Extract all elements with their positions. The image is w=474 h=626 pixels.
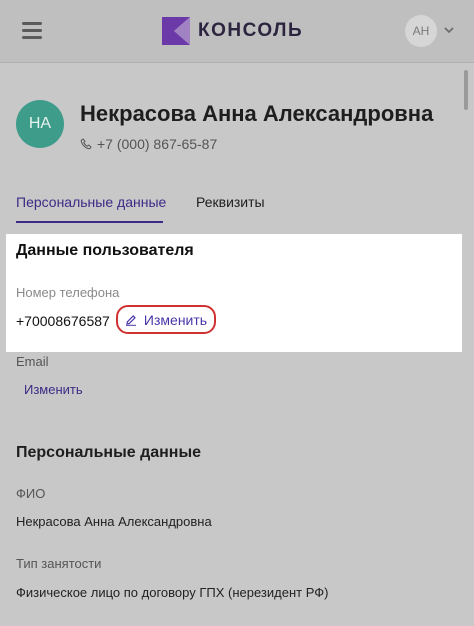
active-tab-indicator: [16, 221, 163, 223]
chevron-down-icon[interactable]: [444, 26, 454, 34]
profile-phone: +7 (000) 867-65-87: [97, 136, 218, 152]
fio-value: Некрасова Анна Александровна: [16, 514, 212, 529]
personal-data-title: Персональные данные: [16, 444, 202, 461]
user-data-title: Данные пользователя: [16, 242, 194, 259]
edit-phone-label: Изменить: [143, 311, 208, 328]
phone-value: +70008676587: [16, 313, 110, 329]
pencil-icon: [125, 314, 136, 326]
tab-requisites[interactable]: Реквизиты: [196, 194, 265, 210]
fio-label: ФИО: [16, 486, 46, 501]
tab-personal-data[interactable]: Персональные данные: [16, 194, 166, 210]
user-data-card: Данные пользователя Номер телефона +7000…: [6, 234, 462, 352]
edit-email-link[interactable]: Изменить: [24, 382, 83, 397]
profile-name: Некрасова Анна Александровна: [80, 101, 434, 126]
user-avatar[interactable]: АН: [405, 15, 437, 47]
email-label: Email: [16, 354, 49, 369]
phone-label: Номер телефона: [16, 285, 120, 300]
menu-icon[interactable]: [22, 22, 42, 39]
profile-phone-row: +7 (000) 867-65-87: [80, 136, 217, 152]
app-logo[interactable]: КОНСОЛЬ: [160, 14, 303, 48]
phone-icon: [80, 138, 92, 150]
employment-label: Тип занятости: [16, 556, 102, 571]
logo-icon: [162, 17, 190, 45]
app-header: КОНСОЛЬ АН: [0, 0, 474, 63]
scrollbar[interactable]: [464, 70, 468, 110]
employment-value: Физическое лицо по договору ГПХ (нерезид…: [16, 585, 329, 600]
logo-text: КОНСОЛЬ: [198, 20, 304, 41]
profile-avatar: НА: [16, 100, 64, 148]
edit-phone-button[interactable]: Изменить: [116, 305, 216, 334]
